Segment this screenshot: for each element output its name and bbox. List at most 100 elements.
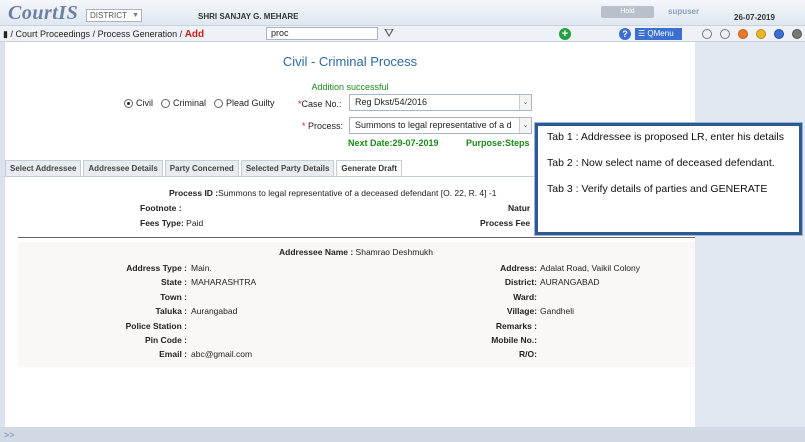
fees-type-value: Paid [186, 218, 204, 228]
callout-tab2: Tab 2 : Now select name of deceased defe… [547, 157, 775, 169]
pin-code-label: Pin Code : [144, 335, 187, 345]
state-value: MAHARASHTRA [191, 277, 257, 287]
tab-selected-party-details[interactable]: Selected Party Details [240, 160, 335, 176]
process-fee: Process Fee [480, 218, 530, 228]
process-label: * Process: [302, 121, 344, 131]
state-label: State : [161, 277, 187, 287]
home-icon[interactable]: ▮ [3, 29, 8, 39]
menu-search-input[interactable]: proc [266, 27, 378, 40]
radio-button[interactable] [214, 98, 224, 108]
breadcrumb-separator: / [92, 29, 96, 39]
address-value: Adalat Road, Vaikil Colony [540, 263, 641, 273]
address-label: Address: [500, 263, 537, 273]
case-no-value: Reg Dkst/54/2016 [355, 97, 428, 107]
village-label: Village: [506, 306, 537, 316]
user-name: SHRI SANJAY G. MEHARE [198, 12, 299, 21]
footnote: Footnote : [140, 203, 182, 213]
theme-dot-6[interactable] [792, 29, 802, 39]
town-label: Town : [160, 292, 187, 302]
taluka-label: Taluka : [155, 306, 188, 316]
breadcrumb-add: Add [184, 29, 205, 40]
addressee-name-label: Addressee Name : [279, 247, 354, 257]
district-select[interactable]: DISTRICT ▼ [86, 9, 142, 22]
breadcrumb-bar: ▮ / Court Proceedings / Process Generati… [0, 26, 805, 42]
next-date: Next Date:29-07-2019 [348, 138, 439, 148]
app-logo: CourtIS [8, 2, 79, 24]
radio-button[interactable] [124, 98, 133, 108]
hold-button[interactable]: Hold [601, 6, 654, 18]
tab-strip: Select Addressee Addressee Details Party… [5, 160, 402, 176]
chevron-down-icon: ⌄ [519, 95, 531, 110]
theme-dot-1[interactable] [702, 29, 712, 39]
breadcrumb-separator: / [179, 29, 183, 39]
mobile-label: Mobile No.: [491, 335, 537, 345]
case-no-label: *Case No.: [298, 99, 342, 109]
radio-label: Criminal [173, 98, 207, 108]
case-type-radios: Civil Criminal Plead Guilty [124, 98, 275, 108]
section-divider [18, 237, 695, 238]
breadcrumb-process-generation[interactable]: Process Generation [98, 29, 178, 39]
chevron-down-icon: ⌄ [519, 118, 531, 133]
radio-button[interactable] [161, 98, 170, 108]
email-label: Email : [159, 349, 187, 359]
chevron-down-icon: ▼ [132, 12, 139, 19]
breadcrumb-separator: / [10, 29, 13, 39]
radio-label: Plead Guilty [226, 98, 275, 108]
user-role: supuser [668, 7, 700, 16]
district-label: District: [504, 277, 537, 287]
process-fee-label: Process Fee [480, 218, 531, 228]
radio-plead-guilty[interactable]: Plead Guilty [214, 98, 275, 108]
case-no-select[interactable]: Reg Dkst/54/2016 ⌄ [349, 94, 532, 111]
theme-dot-2[interactable] [720, 29, 730, 39]
tab-addressee-details[interactable]: Addressee Details [83, 160, 163, 176]
theme-dot-5[interactable] [774, 29, 784, 39]
process-value: Summons to legal representative of a d [355, 120, 512, 130]
remarks-label: Remarks : [495, 321, 537, 331]
purpose: Purpose:Steps [466, 138, 530, 148]
case-no-label-text: Case No.: [301, 99, 342, 109]
callout-tab1: Tab 1 : Addressee is proposed LR, enter … [547, 131, 784, 143]
email-value: abc@gmail.com [191, 349, 253, 359]
qmenu-label: QMenu [647, 29, 674, 38]
ward-label: Ward: [513, 292, 537, 302]
nature-label: Natur [508, 203, 531, 213]
tab-party-concerned[interactable]: Party Concerned [164, 160, 239, 176]
footnote-label: Footnote : [140, 203, 182, 213]
help-icon[interactable]: ? [619, 28, 631, 40]
callout-tab3: Tab 3 : Verify details of parties and GE… [547, 183, 768, 195]
addressee-name-value: Shamrao Deshmukh [355, 247, 434, 257]
process-id-label: Process ID : [169, 188, 219, 198]
police-station-label: Police Station : [125, 321, 187, 331]
tab-select-addressee[interactable]: Select Addressee [5, 160, 82, 176]
current-date: 26-07-2019 [734, 13, 775, 22]
nature: Natur [508, 203, 530, 213]
addressee-name: Addressee Name : Shamrao Deshmukh [279, 247, 433, 257]
page-title: Civil - Criminal Process [282, 54, 418, 69]
address-type-value: Main. [191, 263, 212, 273]
process-id-value: Summons to legal representative of a dec… [218, 188, 497, 198]
expand-icon[interactable]: >> [4, 430, 15, 440]
radio-civil[interactable]: Civil [124, 98, 153, 108]
top-bar: CourtIS DISTRICT ▼ SHRI SANJAY G. MEHARE … [0, 0, 805, 26]
success-message: Addition successful [311, 82, 389, 92]
theme-dot-3[interactable] [738, 29, 748, 39]
theme-dot-4[interactable] [756, 29, 766, 39]
district-value: AURANGABAD [540, 277, 600, 287]
tab-generate-draft[interactable]: Generate Draft [336, 160, 402, 176]
bottom-bar [0, 427, 805, 442]
ro-label: R/O: [519, 349, 537, 359]
fees-type: Fees Type: Paid [140, 218, 203, 228]
radio-label: Civil [136, 98, 153, 108]
qmenu-button[interactable]: ☰ QMenu [635, 28, 682, 40]
radio-criminal[interactable]: Criminal [161, 98, 206, 108]
process-label-text: Process: [308, 121, 344, 131]
add-icon[interactable]: + [559, 28, 571, 40]
process-select[interactable]: Summons to legal representative of a d ⌄ [349, 117, 532, 134]
district-select-value: DISTRICT [90, 11, 127, 20]
village-value: Gandheli [540, 306, 575, 316]
breadcrumb-court-proceedings[interactable]: Court Proceedings [16, 29, 91, 39]
filter-icon[interactable]: ⛛ [384, 26, 394, 41]
process-id: Process ID :Summons to legal representat… [169, 188, 496, 198]
taluka-value: Aurangabad [191, 306, 238, 316]
address-type-label: Address Type : [126, 263, 187, 273]
